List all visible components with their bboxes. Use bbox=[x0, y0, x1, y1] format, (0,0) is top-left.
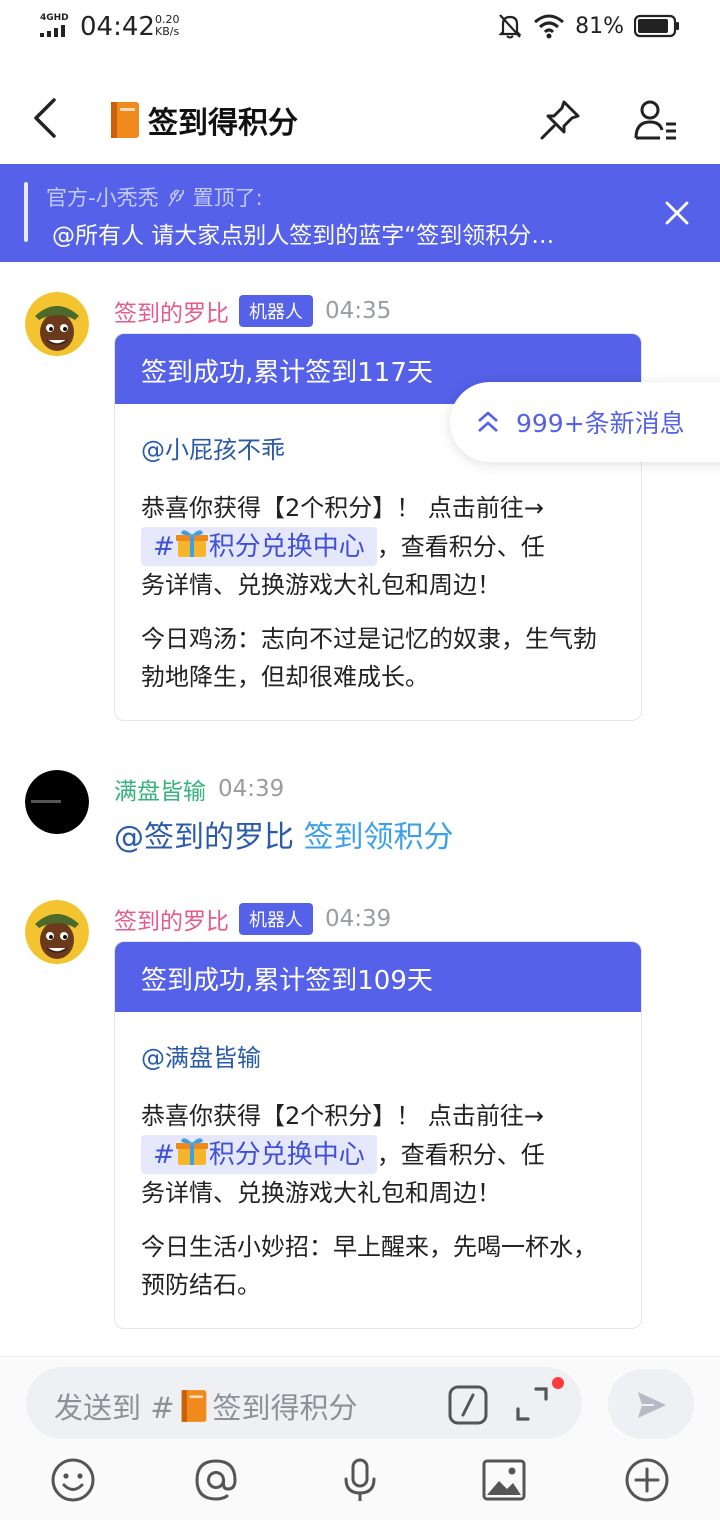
card-line: 务详情、兑换游戏大礼包和周边！ bbox=[141, 1179, 501, 1207]
card-extra: 今日生活小妙招：早上醒来，先喝一杯水，预防结石。 bbox=[141, 1233, 597, 1299]
pin-icon[interactable] bbox=[538, 98, 582, 142]
card-body: @小屁孩不乖 恭喜你获得【2个积分】！ 点击前往→ # 积分兑换中心 ，查看积分、任… bbox=[115, 430, 641, 696]
send-button[interactable] bbox=[608, 1369, 694, 1439]
clock: 04:42 bbox=[80, 12, 155, 42]
card-line: 恭喜你获得【2个积分】！ 点击前往→ bbox=[141, 494, 545, 522]
card-text: 恭喜你获得【2个积分】！ 点击前往→ # 积分兑换中心 ，查看积分、任 务详情、兑换… bbox=[141, 489, 615, 604]
battery-percent: 81% bbox=[575, 13, 624, 39]
back-icon[interactable] bbox=[28, 96, 64, 140]
chat-header: 签到得积分 bbox=[0, 58, 720, 162]
status-right: 81% bbox=[497, 12, 680, 40]
chevron-up-icon bbox=[478, 411, 498, 432]
microphone-icon[interactable] bbox=[337, 1457, 383, 1503]
channel-title: 签到得积分 bbox=[108, 98, 298, 142]
new-messages-label: 999+条新消息 bbox=[516, 409, 685, 438]
placeholder-prefix: 发送到 # bbox=[54, 1391, 175, 1425]
pinned-label: 置顶了: bbox=[192, 186, 263, 210]
card-line: # 积分兑换中心 ，查看积分、任 bbox=[141, 1135, 615, 1174]
page-title: 签到得积分 bbox=[148, 106, 298, 141]
message-input[interactable]: 发送到 # 签到得积分 bbox=[26, 1367, 582, 1439]
message-meta: 签到的罗比 机器人 04:35 bbox=[114, 294, 391, 328]
pinned-indicator-bar bbox=[24, 182, 28, 242]
book-icon bbox=[181, 1390, 206, 1422]
speed-unit: KB/s bbox=[155, 25, 180, 38]
gift-icon bbox=[175, 1138, 208, 1165]
channel-link-text: 积分兑换中心 bbox=[208, 532, 365, 562]
sender-name[interactable]: 满盘皆输 bbox=[114, 772, 206, 806]
message-time: 04:39 bbox=[218, 776, 285, 802]
card-line: 恭喜你获得【2个积分】！ 点击前往→ bbox=[141, 1102, 545, 1130]
close-icon[interactable] bbox=[664, 200, 690, 226]
bot-tag: 机器人 bbox=[239, 295, 313, 327]
members-icon[interactable] bbox=[632, 98, 680, 142]
card-line: 务详情、兑换游戏大礼包和周边！ bbox=[141, 571, 501, 599]
card-text: 恭喜你获得【2个积分】！ 点击前往→ # 积分兑换中心 ，查看积分、任 务详情、兑换… bbox=[141, 1097, 615, 1212]
wheat-icon bbox=[167, 189, 184, 207]
mention[interactable]: @签到的罗比 bbox=[114, 820, 294, 855]
bot-tag: 机器人 bbox=[239, 903, 313, 935]
status-bar: 4GHD 04:42 0.20 KB/s 81% bbox=[0, 0, 720, 58]
card-title: 签到成功,累计签到109天 bbox=[115, 942, 641, 1012]
plus-icon[interactable] bbox=[624, 1457, 670, 1503]
send-icon bbox=[638, 1392, 666, 1418]
placeholder-channel: 签到得积分 bbox=[212, 1391, 358, 1425]
mention[interactable]: @满盘皆输 bbox=[141, 1038, 615, 1073]
pinned-text: @所有人 请大家点别人签到的蓝字“签到领积分… bbox=[52, 223, 555, 249]
bot-command-link[interactable]: 签到领积分 bbox=[304, 820, 454, 855]
sender-name[interactable]: 签到的罗比 bbox=[114, 294, 229, 328]
network-type: 4GHD bbox=[40, 13, 69, 23]
card-line-tail: ，查看积分、任 bbox=[376, 1141, 545, 1169]
message-time: 04:39 bbox=[325, 906, 392, 932]
bell-muted-icon bbox=[498, 14, 522, 39]
composer: 发送到 # 签到得积分 bbox=[0, 1356, 720, 1520]
card-line: # 积分兑换中心 ，查看积分、任 bbox=[141, 527, 615, 566]
message-time: 04:35 bbox=[325, 298, 392, 324]
pinned-author: 官方-小秃秃 bbox=[46, 186, 159, 210]
message-meta: 签到的罗比 机器人 04:39 bbox=[114, 902, 391, 936]
sender-name[interactable]: 签到的罗比 bbox=[114, 902, 229, 936]
wifi-icon bbox=[534, 14, 565, 39]
avatar[interactable] bbox=[25, 292, 89, 356]
expand-icon[interactable] bbox=[512, 1383, 552, 1425]
input-placeholder: 发送到 # 签到得积分 bbox=[54, 1385, 358, 1427]
channel-link[interactable]: # 积分兑换中心 bbox=[141, 527, 377, 566]
card-body: @满盘皆输 恭喜你获得【2个积分】！ 点击前往→ # 积分兑换中心 ，查看积分、任 … bbox=[115, 1038, 641, 1304]
new-messages-pill[interactable]: 999+条新消息 bbox=[450, 382, 720, 462]
card-line-tail: ，查看积分、任 bbox=[376, 533, 545, 561]
gift-icon bbox=[175, 530, 208, 557]
at-icon[interactable] bbox=[193, 1457, 239, 1503]
message-text: @签到的罗比 签到领积分 bbox=[114, 812, 454, 856]
avatar[interactable] bbox=[25, 770, 89, 834]
checkin-card: 签到成功,累计签到109天 @满盘皆输 恭喜你获得【2个积分】！ 点击前往→ #… bbox=[114, 941, 642, 1329]
channel-link-text: 积分兑换中心 bbox=[208, 1140, 365, 1170]
pinned-meta: 官方-小秃秃 置顶了: bbox=[46, 182, 263, 212]
notification-dot bbox=[552, 1377, 564, 1389]
card-extra: 今日鸡汤：志向不过是记忆的奴隶，生气勃勃地降生，但却很难成长。 bbox=[141, 625, 597, 691]
image-icon[interactable] bbox=[481, 1457, 527, 1503]
battery-icon bbox=[634, 14, 679, 38]
message-meta: 满盘皆输 04:39 bbox=[114, 772, 284, 806]
signal-icon bbox=[40, 25, 65, 37]
emoji-icon[interactable] bbox=[50, 1457, 96, 1503]
channel-link[interactable]: # 积分兑换中心 bbox=[141, 1135, 377, 1174]
book-icon bbox=[111, 102, 139, 138]
slash-command-icon[interactable] bbox=[448, 1385, 488, 1425]
network-speed: 0.20 KB/s bbox=[155, 14, 180, 38]
pinned-message-banner[interactable]: 官方-小秃秃 置顶了: @所有人 请大家点别人签到的蓝字“签到领积分… bbox=[0, 164, 720, 262]
avatar[interactable] bbox=[25, 900, 89, 964]
